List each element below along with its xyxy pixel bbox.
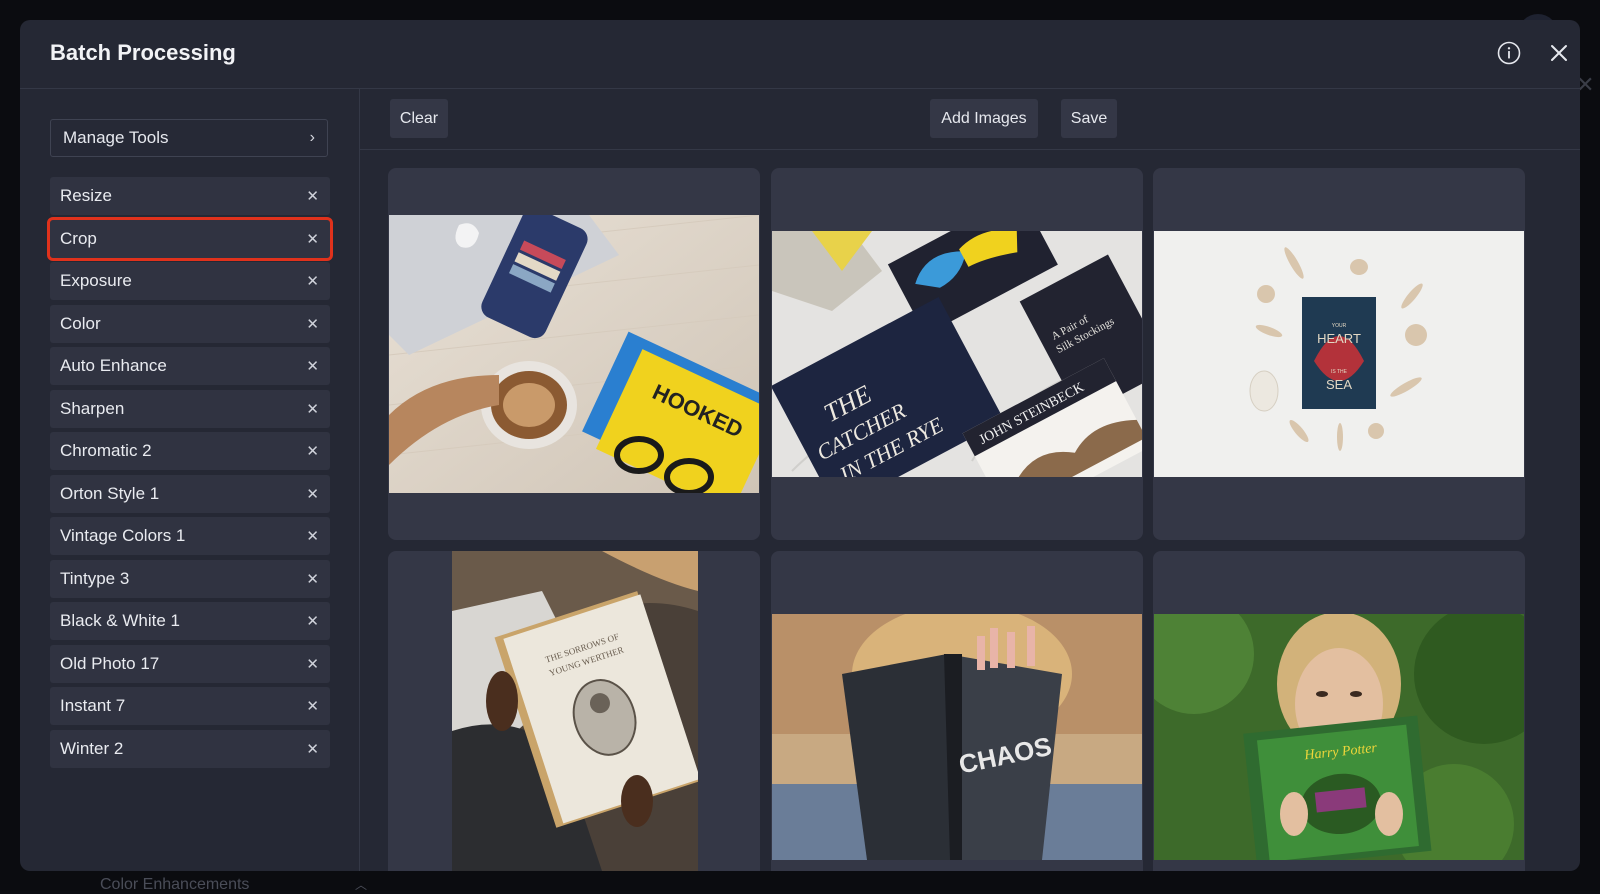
save-button[interactable]: Save [1061,99,1117,138]
remove-tool-icon[interactable]: ✕ [306,740,319,758]
remove-tool-icon[interactable]: ✕ [306,187,319,205]
remove-tool-icon[interactable]: ✕ [306,655,319,673]
tool-item-chromatic-2[interactable]: Chromatic 2 ✕ [50,432,330,470]
tool-label: Resize [60,186,112,205]
image-card[interactable]: THE CATCHER IN THE RYE A Pair of Silk St… [771,168,1143,540]
svg-text:SEA: SEA [1326,377,1352,392]
svg-text:YOUR: YOUR [1332,323,1347,329]
tool-label: Exposure [60,271,132,290]
image-card[interactable]: Harry Potter [1153,551,1525,871]
tool-item-tintype-3[interactable]: Tintype 3 ✕ [50,559,330,598]
tool-label: Crop [60,228,97,248]
tool-item-orton-style-1[interactable]: Orton Style 1 ✕ [50,474,330,513]
tool-item-old-photo-17[interactable]: Old Photo 17 ✕ [50,644,330,683]
svg-text:IS THE: IS THE [1331,369,1348,375]
image-card[interactable]: THE SORROWS OF YOUNG WERTHER [388,551,760,871]
remove-tool-icon[interactable]: ✕ [306,315,319,333]
remove-tool-icon[interactable]: ✕ [306,612,319,630]
tool-label: Black & White 1 [60,611,180,630]
tool-label: Auto Enhance [60,356,167,375]
clear-button[interactable]: Clear [390,99,448,138]
tool-item-black-white-1[interactable]: Black & White 1 ✕ [50,602,330,640]
image-grid: HOOKED THE CATCHER IN THE RYE A Pair of … [388,168,1538,871]
chevron-up-icon: ︿ [355,878,368,892]
tool-label: Sharpen [60,398,125,418]
remove-tool-icon[interactable]: ✕ [306,527,319,545]
toolbar: Clear Add Images Save [360,89,1580,150]
info-icon[interactable] [1496,40,1522,66]
manage-tools-label: Manage Tools [63,128,169,147]
tool-item-color[interactable]: Color ✕ [50,304,330,343]
dialog-title: Batch Processing [50,40,236,65]
tool-label: Vintage Colors 1 [60,526,186,545]
close-icon[interactable] [1546,40,1572,66]
manage-tools-button[interactable]: Manage Tools › [50,119,328,157]
tool-label: Color [60,313,101,333]
tool-item-sharpen[interactable]: Sharpen ✕ [50,389,330,428]
remove-tool-icon[interactable]: ✕ [306,442,319,460]
tool-label: Tintype 3 [60,568,130,588]
batch-processing-dialog: Batch Processing Manage Tools › Resize ✕ C… [20,20,1580,871]
background-section-label: Color Enhancements [100,876,250,893]
photo-reading-young-werther: THE SORROWS OF YOUNG WERTHER [452,551,698,871]
tool-item-winter-2[interactable]: Winter 2 ✕ [50,729,330,768]
tool-label: Old Photo 17 [60,653,160,673]
svg-text:HEART: HEART [1317,331,1361,346]
remove-tool-icon[interactable]: ✕ [306,485,319,503]
tool-item-crop[interactable]: Crop ✕ [47,216,333,261]
add-images-button[interactable]: Add Images [930,99,1038,138]
photo-coffee-laptop-books: HOOKED [389,215,759,493]
tool-list: Resize ✕ Crop ✕ Exposure ✕ Color ✕ Auto Enhance ✕… [47,177,333,772]
tool-item-vintage-colors-1[interactable]: Vintage Colors 1 ✕ [50,517,330,555]
tool-label: Winter 2 [60,738,124,758]
photo-book-shells: YOUR HEART IS THE SEA [1154,231,1524,477]
tool-item-exposure[interactable]: Exposure ✕ [50,262,330,300]
remove-tool-icon[interactable]: ✕ [306,230,319,248]
dialog-header: Batch Processing [20,20,1580,89]
remove-tool-icon[interactable]: ✕ [306,400,319,418]
tool-label: Instant 7 [60,696,126,715]
tool-label: Orton Style 1 [60,483,160,503]
image-card[interactable]: HOOKED [388,168,760,540]
photo-reading-chaos: CHAOS [772,614,1142,860]
image-card[interactable]: YOUR HEART IS THE SEA [1153,168,1525,540]
tool-item-instant-7[interactable]: Instant 7 ✕ [50,687,330,725]
remove-tool-icon[interactable]: ✕ [306,272,319,290]
tools-sidebar: Manage Tools › Resize ✕ Crop ✕ Exposure ✕ Colo… [20,89,360,871]
photo-reading-harry-potter: Harry Potter [1154,614,1524,860]
remove-tool-icon[interactable]: ✕ [306,697,319,715]
tool-item-auto-enhance[interactable]: Auto Enhance ✕ [50,347,330,385]
image-card[interactable]: CHAOS [771,551,1143,871]
remove-tool-icon[interactable]: ✕ [306,357,319,375]
chevron-right-icon: › [309,129,315,146]
tool-item-resize[interactable]: Resize ✕ [50,177,330,215]
tool-label: Chromatic 2 [60,441,152,460]
photo-books-catcher-in-the-rye: THE CATCHER IN THE RYE A Pair of Silk St… [772,231,1142,477]
remove-tool-icon[interactable]: ✕ [306,570,319,588]
